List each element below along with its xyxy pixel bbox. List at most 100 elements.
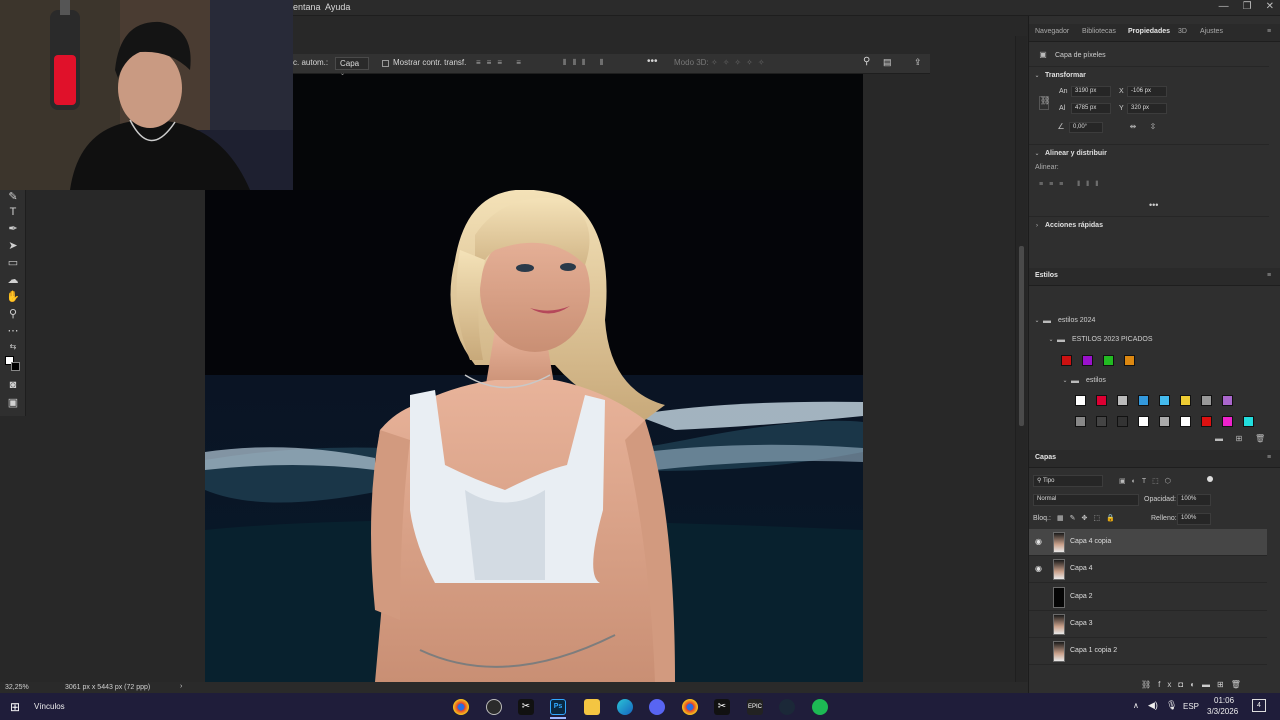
vertical-scrollbar[interactable] xyxy=(1015,36,1027,682)
blend-mode-select[interactable]: Normal xyxy=(1033,494,1139,506)
style-swatch[interactable] xyxy=(1201,416,1212,427)
style-swatch[interactable] xyxy=(1180,416,1191,427)
flip-vertical-icon[interactable]: ⇳ xyxy=(1149,123,1157,131)
style-swatch[interactable] xyxy=(1138,395,1149,406)
style-swatch[interactable] xyxy=(1159,416,1170,427)
photoshop-icon[interactable]: Ps xyxy=(550,699,566,715)
language-indicator[interactable]: ESP xyxy=(1183,702,1199,711)
transform-section-title[interactable]: Transformar xyxy=(1045,72,1086,79)
tab-estilos[interactable]: Estilos xyxy=(1035,272,1058,279)
tab-3d[interactable]: 3D xyxy=(1178,28,1187,35)
hand-tool-icon[interactable]: ✋ xyxy=(6,290,20,304)
zoom-level[interactable]: 32,25% xyxy=(5,684,29,691)
style-swatch[interactable] xyxy=(1180,395,1191,406)
align-section-title[interactable]: Alinear y distribuir xyxy=(1045,150,1107,157)
filter-toggle[interactable] xyxy=(1207,476,1213,482)
layer-row[interactable]: ◉ Capa 4 xyxy=(1029,556,1267,584)
style-swatch[interactable] xyxy=(1082,355,1093,366)
style-swatch[interactable] xyxy=(1096,416,1107,427)
style-swatch[interactable] xyxy=(1103,355,1114,366)
styles-folder-2023[interactable]: ESTILOS 2023 PICADOS xyxy=(1072,336,1153,343)
notifications-icon[interactable]: 4 xyxy=(1252,699,1266,712)
pen-tool-icon[interactable]: ✒ xyxy=(6,222,20,236)
layer-row[interactable]: ◉ Capa 4 copia xyxy=(1029,529,1267,556)
style-swatch[interactable] xyxy=(1075,395,1086,406)
style-swatch[interactable] xyxy=(1075,416,1086,427)
tab-navegador[interactable]: Navegador xyxy=(1035,28,1069,35)
style-swatch[interactable] xyxy=(1201,395,1212,406)
file-explorer-icon[interactable] xyxy=(584,699,600,715)
chevron-down-icon[interactable]: ⌄ xyxy=(1033,317,1041,325)
layer-row[interactable]: Capa 1 copia 2 xyxy=(1029,638,1267,666)
screen-mode-icon[interactable]: ▣ xyxy=(6,396,20,410)
discord-icon[interactable] xyxy=(649,699,665,715)
layer-row[interactable]: Capa 3 xyxy=(1029,611,1267,638)
style-swatch[interactable] xyxy=(1138,416,1149,427)
tab-capas[interactable]: Capas xyxy=(1035,454,1056,461)
chevron-down-icon[interactable]: ⌄ xyxy=(1033,150,1041,158)
maximize-icon[interactable]: ❐ xyxy=(1243,1,1252,12)
windows-start-icon[interactable]: ⊞ xyxy=(10,700,20,714)
clock-time[interactable]: 01:06 xyxy=(1214,696,1234,705)
zoom-tool-icon[interactable]: ⚲ xyxy=(6,307,20,321)
more-options-button[interactable]: ••• xyxy=(647,56,658,67)
style-swatch[interactable] xyxy=(1117,416,1128,427)
tray-chevron-icon[interactable]: ∧ xyxy=(1133,701,1139,710)
trash-icon[interactable]: 🗑 xyxy=(1255,435,1265,443)
type-tool-icon[interactable]: T xyxy=(6,205,20,219)
microphone-icon[interactable]: 🎙 xyxy=(1166,700,1177,711)
status-menu-icon[interactable]: › xyxy=(180,683,182,690)
style-swatch[interactable] xyxy=(1222,395,1233,406)
new-style-icon[interactable]: ⊞ xyxy=(1235,435,1243,443)
workspace-icon[interactable]: ▤ xyxy=(883,57,892,68)
layer-filter-select[interactable]: ⚲ Tipo xyxy=(1033,475,1103,487)
angle-field[interactable]: 0,00° xyxy=(1069,122,1103,133)
tab-ajustes[interactable]: Ajustes xyxy=(1200,28,1223,35)
chevron-right-icon[interactable]: › xyxy=(1033,222,1041,230)
3d-mode-icons[interactable]: ✧✧✧✧✧ xyxy=(711,58,770,67)
opacity-field[interactable]: 100% xyxy=(1177,494,1211,506)
brush-tool-icon[interactable]: ✎ xyxy=(6,190,20,204)
rectangle-tool-icon[interactable]: ▭ xyxy=(6,256,20,270)
chevron-down-icon[interactable]: ⌄ xyxy=(1047,336,1055,344)
chevron-down-icon[interactable]: ⌄ xyxy=(1033,72,1041,80)
more-align-button[interactable]: ••• xyxy=(1149,200,1158,210)
x-field[interactable]: -106 px xyxy=(1127,86,1167,97)
tab-bibliotecas[interactable]: Bibliotecas xyxy=(1082,28,1116,35)
visibility-eye-icon[interactable] xyxy=(1035,592,1045,602)
height-field[interactable]: 4785 px xyxy=(1071,103,1111,114)
panel-menu-icon[interactable]: ≡ xyxy=(1267,272,1271,279)
chevron-down-icon[interactable]: ⌄ xyxy=(1061,377,1069,385)
more-tools-icon[interactable]: ⋯ xyxy=(6,324,20,338)
quick-mask-icon[interactable]: ◙ xyxy=(6,378,20,392)
show-transform-checkbox[interactable] xyxy=(382,60,389,67)
capcut-icon[interactable]: ✂ xyxy=(518,699,534,715)
style-swatch[interactable] xyxy=(1124,355,1135,366)
volume-icon[interactable]: ◀) xyxy=(1148,700,1158,711)
vertical-scroll-thumb[interactable] xyxy=(1019,246,1024,426)
align-icons[interactable]: ≡≡≡ ≡ xyxy=(476,58,527,67)
steam-icon[interactable] xyxy=(779,699,795,715)
menu-ventana[interactable]: entana xyxy=(293,2,321,12)
visibility-eye-icon[interactable] xyxy=(1035,646,1045,656)
epic-games-icon[interactable]: EPIC xyxy=(747,699,763,715)
fill-field[interactable]: 100% xyxy=(1177,513,1211,525)
background-color[interactable] xyxy=(11,362,20,371)
layer-footer-icons[interactable]: ⛓fx◘◐▬⊞🗑 xyxy=(1141,680,1248,689)
y-field[interactable]: 320 px xyxy=(1127,103,1167,114)
panel-menu-icon[interactable]: ≡ xyxy=(1267,28,1271,35)
menu-ayuda[interactable]: Ayuda xyxy=(325,2,350,12)
share-icon[interactable]: ⇪ xyxy=(914,57,922,68)
path-selection-icon[interactable]: ➤ xyxy=(6,239,20,253)
minimize-icon[interactable]: — xyxy=(1219,1,1229,12)
clock-date[interactable]: 3/3/2026 xyxy=(1207,707,1238,716)
width-field[interactable]: 3190 px xyxy=(1071,86,1111,97)
style-swatch[interactable] xyxy=(1096,395,1107,406)
style-swatch[interactable] xyxy=(1159,395,1170,406)
close-icon[interactable]: ✕ xyxy=(1266,1,1274,12)
obs-icon[interactable] xyxy=(486,699,502,715)
spotify-icon[interactable] xyxy=(812,699,828,715)
flip-horizontal-icon[interactable]: ⇹ xyxy=(1129,123,1137,131)
styles-folder-estilos[interactable]: estilos xyxy=(1086,377,1106,384)
styles-folder-2024[interactable]: estilos 2024 xyxy=(1058,317,1095,324)
